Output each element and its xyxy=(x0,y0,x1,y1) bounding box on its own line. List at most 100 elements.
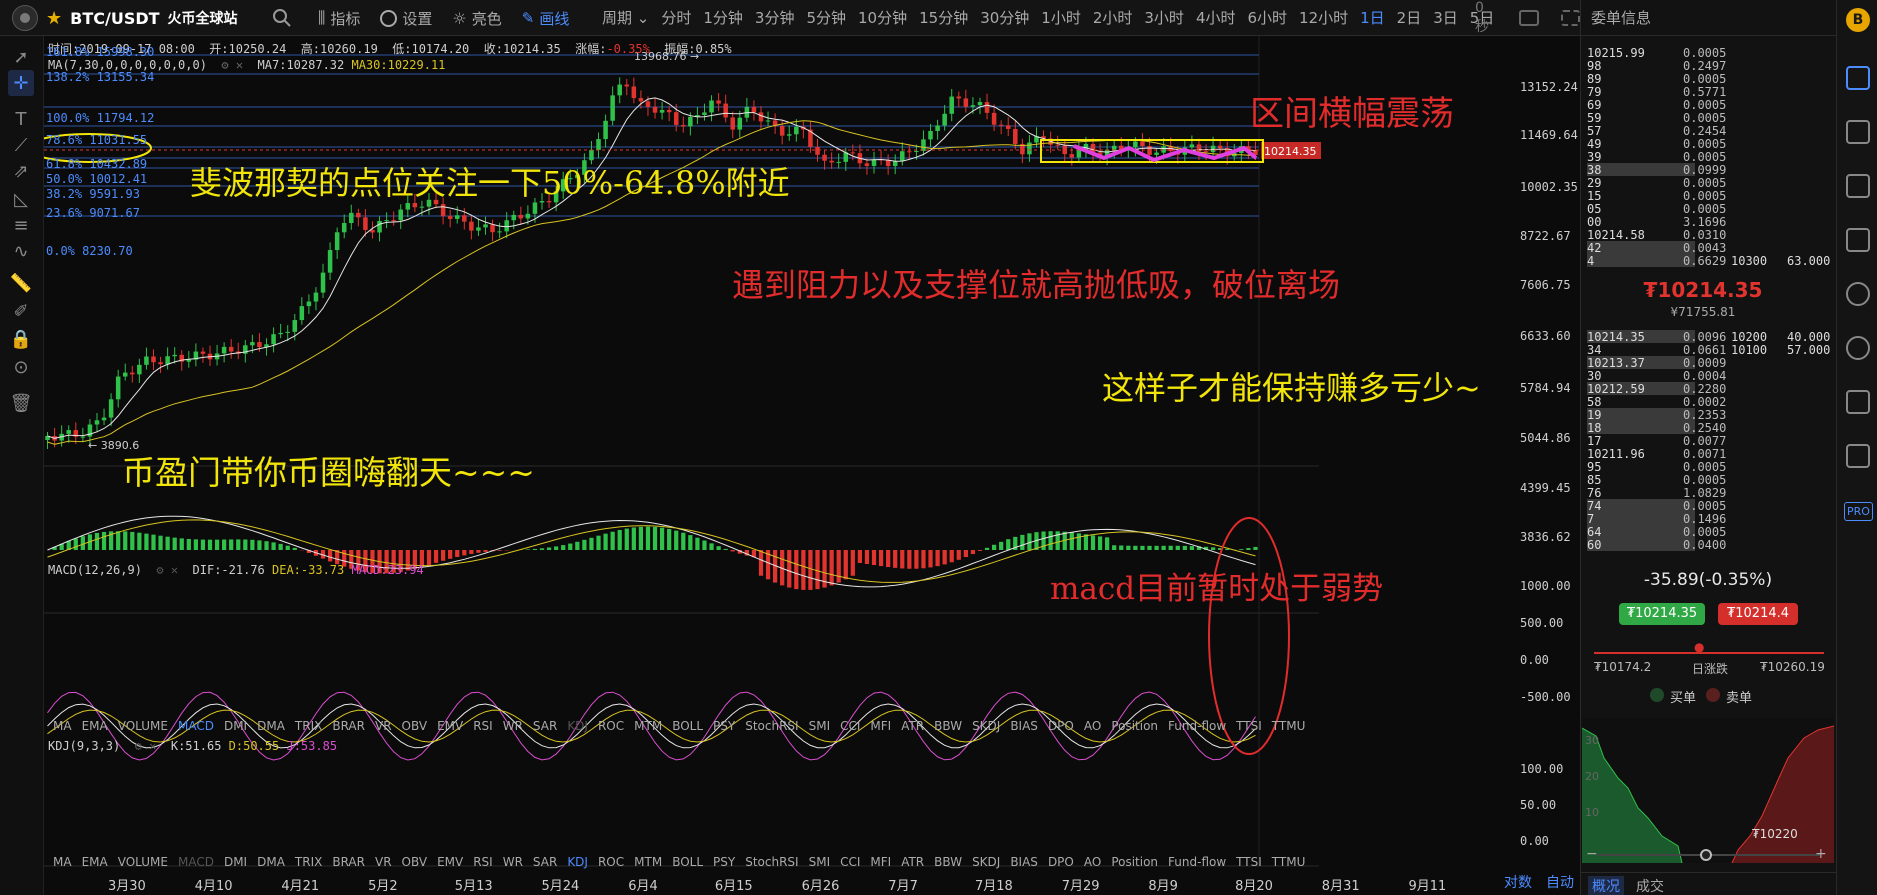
calculator-icon[interactable] xyxy=(1846,390,1870,414)
indicator-tab[interactable]: ROC xyxy=(593,719,629,733)
ask-row[interactable]: 10214.58 0.0310 xyxy=(1587,228,1831,242)
indicator-tab[interactable]: Fund-flow xyxy=(1163,855,1231,869)
period-6[interactable]: 30分钟 xyxy=(974,0,1035,36)
indicator-tab[interactable]: CCI xyxy=(835,855,865,869)
ask-row[interactable]: 29 0.0005 xyxy=(1587,176,1831,190)
period-2[interactable]: 3分钟 xyxy=(749,0,801,36)
ask-row[interactable]: 57 0.2454 xyxy=(1587,124,1831,138)
bid-row[interactable]: 64 0.0005 xyxy=(1587,525,1831,539)
indicator-tab[interactable]: Fund-flow xyxy=(1163,719,1231,733)
indicator-tab[interactable]: SMI xyxy=(804,855,836,869)
period-3[interactable]: 5分钟 xyxy=(800,0,852,36)
indicator-tab[interactable]: SAR xyxy=(528,719,562,733)
indicator-tab[interactable]: SMI xyxy=(804,719,836,733)
grid-icon[interactable] xyxy=(1846,66,1870,90)
camera-icon[interactable] xyxy=(1519,10,1539,26)
indicator-tab[interactable]: TTSI xyxy=(1231,855,1267,869)
wave-tool-icon[interactable]: ∿ xyxy=(8,238,34,264)
indicator-tab[interactable]: Position xyxy=(1106,855,1163,869)
compass-icon[interactable] xyxy=(1846,336,1870,360)
indicator-tab[interactable]: VOLUME xyxy=(113,855,173,869)
indicator-tab[interactable]: BRAR xyxy=(327,855,370,869)
indicator-tab[interactable]: ROC xyxy=(593,855,629,869)
log-scale-button[interactable]: 对数 xyxy=(1504,872,1532,892)
bid-row[interactable]: 10211.96 0.0071 xyxy=(1587,447,1831,461)
ma-settings-icon[interactable]: ⚙ ✕ xyxy=(214,58,250,72)
ask-row[interactable]: 39 0.0005 xyxy=(1587,150,1831,164)
ask-row[interactable]: 10215.99 0.0005 xyxy=(1587,46,1831,60)
period-5[interactable]: 15分钟 xyxy=(913,0,974,36)
indicator-tab[interactable]: MTM xyxy=(629,855,667,869)
indicator-tab[interactable]: DMA xyxy=(252,719,290,733)
bitcoin-icon[interactable]: B xyxy=(1846,8,1870,32)
ask-row[interactable]: 89 0.0005 xyxy=(1587,72,1831,86)
ask-row[interactable]: 05 0.0005 xyxy=(1587,202,1831,216)
bid-row[interactable]: 10213.37 0.0009 xyxy=(1587,356,1831,370)
pair-selector[interactable]: ★ BTC/USDT 火币全球站 xyxy=(0,0,238,36)
zoom-in-icon[interactable]: + xyxy=(1815,846,1827,862)
text-tool-icon[interactable]: T xyxy=(8,106,34,132)
indicator-button[interactable]: ⫼ 指标 xyxy=(308,0,370,36)
favorite-star-icon[interactable]: ★ xyxy=(46,8,62,29)
indicator-tab[interactable]: PSY xyxy=(708,855,740,869)
search-icon[interactable] xyxy=(272,8,292,28)
bid-row[interactable]: 85 0.0005 xyxy=(1587,473,1831,487)
indicator-tab[interactable]: EMA xyxy=(77,719,113,733)
bid-row[interactable]: 19 0.2353 xyxy=(1587,408,1831,422)
indicator-tab[interactable]: EMV xyxy=(432,719,468,733)
bid-row[interactable]: 60 0.0400 xyxy=(1587,538,1831,552)
indicator-tab[interactable]: MFI xyxy=(865,855,896,869)
period-14[interactable]: 2日 xyxy=(1391,0,1428,36)
indicator-tab[interactable]: OBV xyxy=(397,855,433,869)
indicator-tab[interactable]: TRIX xyxy=(290,719,327,733)
pro-badge-icon[interactable]: PRO xyxy=(1844,502,1873,521)
bid-row[interactable]: 95 0.0005 xyxy=(1587,460,1831,474)
bid-row[interactable]: 34 0.0661 10100 57.000 xyxy=(1587,343,1831,357)
ask-row[interactable]: 00 3.1696 xyxy=(1587,215,1831,229)
ask-row[interactable]: 49 0.0005 xyxy=(1587,137,1831,151)
indicator-tab[interactable]: RSI xyxy=(468,855,498,869)
ask-row[interactable]: 59 0.0005 xyxy=(1587,111,1831,125)
indicator-tab[interactable]: OBV xyxy=(397,719,433,733)
indicator-tab[interactable]: CCI xyxy=(835,719,865,733)
bid-row[interactable]: 7 0.1496 xyxy=(1587,512,1831,526)
indicator-tab[interactable]: DPO xyxy=(1043,719,1079,733)
bar-chart-icon[interactable] xyxy=(1846,174,1870,198)
bid-price-button[interactable]: ₮10214.35 xyxy=(1619,603,1705,625)
period-10[interactable]: 4小时 xyxy=(1190,0,1242,36)
theme-button[interactable]: ☼ 亮色 xyxy=(442,0,511,36)
ray-tool-icon[interactable]: ⇗ xyxy=(8,158,34,184)
period-13[interactable]: 1日 xyxy=(1354,0,1391,36)
clock-icon[interactable] xyxy=(1846,282,1870,306)
trash-icon[interactable]: 🗑 xyxy=(8,390,34,416)
wallet-icon[interactable] xyxy=(1846,444,1870,468)
indicator-tab[interactable]: KDJ xyxy=(562,719,593,733)
cursor-arrow-icon[interactable]: ➚ xyxy=(8,44,34,70)
indicator-tab[interactable]: SAR xyxy=(528,855,562,869)
macd-settings-icon[interactable]: ⚙ ✕ xyxy=(149,563,185,577)
bid-row[interactable]: 76 1.0829 xyxy=(1587,486,1831,500)
ask-price-button[interactable]: ₮10214.4 xyxy=(1718,603,1798,625)
indicator-tab[interactable]: DMA xyxy=(252,855,290,869)
period-11[interactable]: 6小时 xyxy=(1241,0,1293,36)
period-9[interactable]: 3小时 xyxy=(1138,0,1190,36)
indicator-tab[interactable]: StochRSI xyxy=(740,719,803,733)
period-15[interactable]: 3日 xyxy=(1427,0,1464,36)
ask-row[interactable]: 4 0.6629 10300 63.000 xyxy=(1587,254,1831,268)
indicator-tab[interactable]: VOLUME xyxy=(113,719,173,733)
indicator-tab[interactable]: DPO xyxy=(1043,855,1079,869)
document-icon[interactable] xyxy=(1846,120,1870,144)
period-12[interactable]: 12小时 xyxy=(1293,0,1354,36)
period-menu[interactable]: 周期 ⌄ xyxy=(596,0,655,36)
indicator-tab[interactable]: WR xyxy=(498,719,528,733)
indicator-tab[interactable]: RSI xyxy=(468,719,498,733)
ask-row[interactable]: 15 0.0005 xyxy=(1587,189,1831,203)
indicator-tab[interactable]: TTMU xyxy=(1267,855,1311,869)
bid-row[interactable]: 17 0.0077 xyxy=(1587,434,1831,448)
depth-chart[interactable]: 30 20 10 xyxy=(1581,718,1835,864)
indicator-tab[interactable]: MTM xyxy=(629,719,667,733)
indicator-tab[interactable]: Position xyxy=(1106,719,1163,733)
indicator-tab[interactable]: MACD xyxy=(173,719,219,733)
indicator-tab[interactable]: DMI xyxy=(219,855,252,869)
indicator-tab[interactable]: SKDJ xyxy=(967,855,1005,869)
